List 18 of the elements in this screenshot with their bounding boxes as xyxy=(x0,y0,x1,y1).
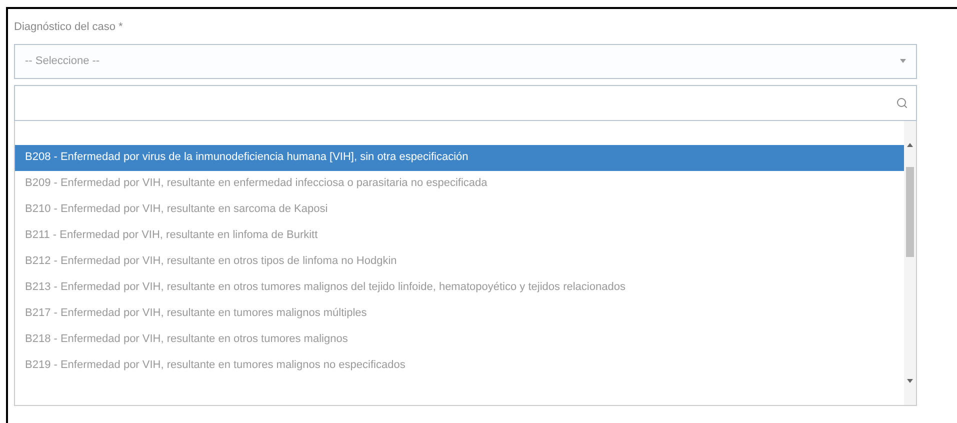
dropdown-option[interactable]: B218 - Enfermedad por VIH, resultante en otros tumores malignos xyxy=(15,326,904,352)
dropdown-option[interactable]: B213 - Enfermedad por VIH, resultante en otros tumores malignos del tejido linfoide, hematopoyético y tejidos relacionados xyxy=(15,274,904,300)
dropdown-option[interactable]: B217 - Enfermedad por VIH, resultante en tumores malignos múltiples xyxy=(15,300,904,326)
caret-icon xyxy=(900,59,906,63)
search-icon xyxy=(896,96,908,108)
dropdown-option[interactable]: B210 - Enfermedad por VIH, resultante en sarcoma de Kaposi xyxy=(15,196,904,222)
scrollbar-thumb[interactable] xyxy=(906,166,914,256)
dropdown-option[interactable]: B219 - Enfermedad por VIH, resultante en tumores malignos no especificados xyxy=(15,352,904,378)
search-field[interactable] xyxy=(14,84,917,120)
select-field[interactable]: -- Seleccione -- xyxy=(14,44,917,78)
scrollbar[interactable] xyxy=(904,120,916,404)
dropdown-option[interactable]: B208 - Enfermedad por virus de la inmunodeficiencia humana [VIH], sin otra especificación xyxy=(15,144,904,170)
scroll-down-icon xyxy=(907,378,913,382)
scroll-up-icon xyxy=(907,142,913,146)
dropdown-option[interactable]: B212 - Enfermedad por VIH, resultante en otros tipos de linfoma no Hodgkin xyxy=(15,248,904,274)
field-label: Diagnóstico del caso * xyxy=(14,20,124,35)
dropdown-option[interactable]: B209 - Enfermedad por VIH, resultante en enfermedad infecciosa o parasitaria no especificada xyxy=(15,170,904,196)
dropdown-option[interactable]: B211 - Enfermedad por VIH, resultante en linfoma de Burkitt xyxy=(15,222,904,248)
